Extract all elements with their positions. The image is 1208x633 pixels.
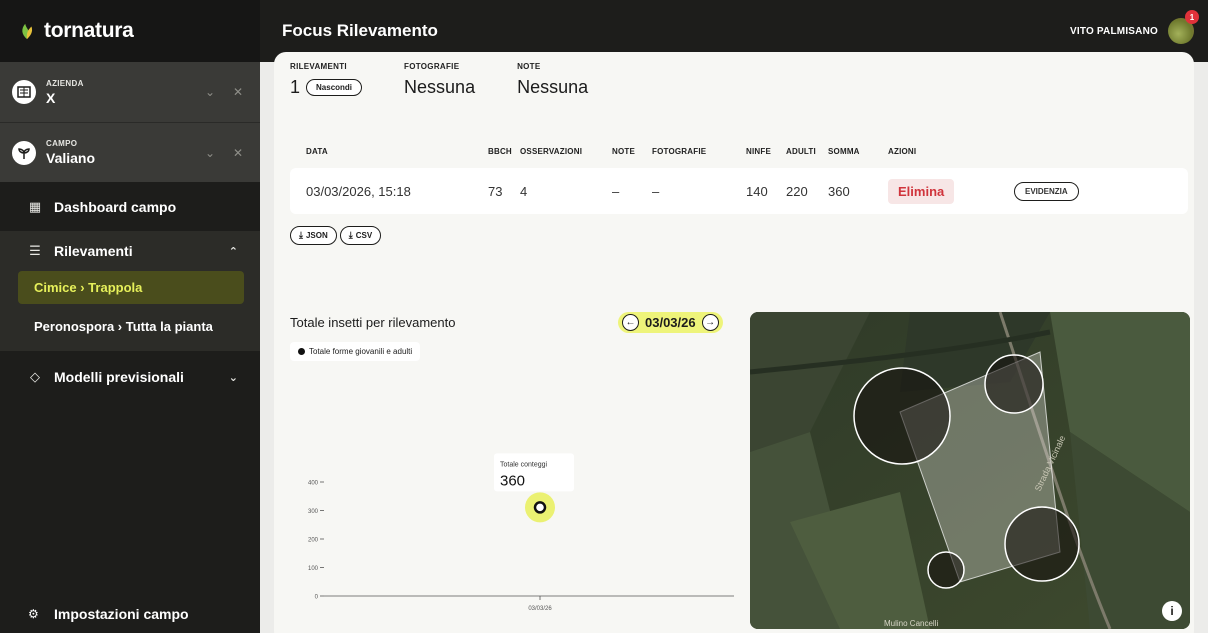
- avatar[interactable]: 1: [1168, 10, 1199, 44]
- diamond-icon: ◇: [30, 369, 40, 384]
- satellite-map: Strada Vicinale Mulino Cancelli: [750, 312, 1190, 629]
- export-csv-button[interactable]: ⤓ CSV: [339, 226, 382, 245]
- azienda-value: X: [46, 89, 56, 106]
- col-header-somma: SOMMA: [828, 146, 860, 156]
- col-header-ninfe: NINFE: [746, 146, 771, 156]
- list-icon: ☰: [29, 243, 41, 258]
- stat-label: FOTOGRAFIE: [404, 62, 460, 71]
- hide-button[interactable]: Nascondi: [306, 79, 363, 96]
- campo-sprout-icon: [12, 140, 36, 165]
- stat-value: Nessuna: [404, 77, 476, 97]
- export-csv-label: CSV: [355, 231, 373, 240]
- stat-label: NOTE: [517, 62, 541, 71]
- stat-rilevamenti: RILEVAMENTI 1 Nascondi: [290, 62, 363, 98]
- tooltip-label: Totale conteggi: [500, 461, 548, 468]
- grid-icon: ▦: [28, 199, 42, 214]
- col-header-azioni: AZIONI: [888, 146, 917, 156]
- cell-ninfe: 140: [746, 183, 768, 199]
- stat-fotografie: FOTOGRAFIE Nessuna: [404, 62, 475, 98]
- chevron-down-icon: ⌄: [228, 371, 238, 384]
- cell-note: –: [612, 183, 620, 199]
- y-tick-label: 200: [308, 538, 319, 544]
- rilevamenti-group: ☰ Rilevamenti ⌃ Cimice › Trappola Perono…: [0, 231, 260, 351]
- stat-value: 1: [290, 77, 301, 97]
- azienda-selector[interactable]: AZIENDA X ⌄ ✕: [0, 62, 260, 122]
- tooltip-value: 360: [500, 472, 525, 489]
- campo-clear-close-icon[interactable]: ✕: [228, 143, 248, 163]
- rilevamenti-table: DATA BBCH OSSERVAZIONI NOTE FOTOGRAFIE N…: [290, 138, 1188, 214]
- cell-osservazioni: 4: [520, 183, 528, 199]
- sidebar-item-impostazioni[interactable]: ⚙ Impostazioni campo: [0, 594, 260, 633]
- x-tick-label: 03/03/26: [528, 606, 552, 612]
- field-map[interactable]: Strada Vicinale Mulino Cancelli i: [750, 312, 1190, 629]
- page-title: Focus Rilevamento: [282, 21, 438, 40]
- col-header-fotografie: FOTOGRAFIE: [652, 146, 707, 156]
- gear-icon: ⚙: [28, 606, 39, 621]
- export-buttons: ⤓ JSON ⤓ CSV: [290, 226, 384, 245]
- cell-data: 03/03/2026, 15:18: [306, 183, 411, 199]
- azienda-avatar-icon: [12, 80, 36, 104]
- leaf-logo-icon: [22, 23, 33, 40]
- campo-expand-chevron-icon[interactable]: ⌄: [200, 143, 220, 163]
- table-header: DATA BBCH OSSERVAZIONI NOTE FOTOGRAFIE N…: [290, 138, 1188, 164]
- chevron-up-icon: ⌃: [228, 245, 238, 258]
- cell-adulti: 220: [786, 183, 808, 199]
- table-row[interactable]: 03/03/2026, 15:18 73 4 – – 140 220 360 E…: [290, 168, 1188, 214]
- logo-text: tornatura: [44, 19, 134, 42]
- col-header-bbch: BBCH: [488, 146, 512, 156]
- y-tick-label: 300: [308, 509, 319, 515]
- sidebar-item-label: Modelli previsionali: [54, 369, 184, 385]
- download-icon: ⤓: [299, 230, 303, 240]
- sidebar-subitem-cimice-trappola[interactable]: Cimice › Trappola: [18, 271, 244, 304]
- stat-note: NOTE Nessuna: [517, 62, 588, 98]
- scatter-chart: 0 100 200 300 400 03/03/26 Totale conteggi 360: [308, 453, 734, 612]
- export-json-button[interactable]: ⤓ JSON: [290, 226, 337, 245]
- highlight-button[interactable]: EVIDENZIA: [1014, 181, 1079, 201]
- azienda-expand-chevron-icon[interactable]: ⌄: [200, 82, 220, 102]
- sidebar-subitem-peronospora[interactable]: Peronospora › Tutta la pianta: [18, 310, 244, 343]
- cell-bbch: 73: [488, 183, 503, 199]
- main-content: RILEVAMENTI 1 Nascondi FOTOGRAFIE Nessun…: [260, 52, 1208, 633]
- user-name[interactable]: VITO PALMISANO: [1070, 26, 1158, 37]
- cell-fotografie: –: [652, 183, 660, 199]
- campo-value: Valiano: [46, 150, 96, 166]
- delete-button[interactable]: Elimina: [888, 178, 955, 204]
- map-place-label: Mulino Cancelli: [884, 619, 938, 628]
- campo-label: CAMPO: [46, 139, 78, 148]
- logo[interactable]: tornatura: [0, 0, 260, 62]
- stat-value: Nessuna: [517, 77, 589, 97]
- download-icon: ⤓: [348, 230, 353, 240]
- sidebar-item-rilevamenti[interactable]: ☰ Rilevamenti ⌃: [0, 231, 260, 271]
- sidebar-nav: ▦ Dashboard campo ☰ Rilevamenti ⌃ Cimice…: [0, 185, 260, 399]
- export-json-label: JSON: [305, 231, 328, 240]
- y-tick-label: 100: [308, 566, 319, 572]
- rilevamenti-card: RILEVAMENTI 1 Nascondi FOTOGRAFIE Nessun…: [274, 52, 1194, 337]
- sidebar: tornatura AZIENDA X ⌄ ✕ CAMPO Valiano ⌄ …: [0, 0, 260, 633]
- summary-stats: RILEVAMENTI 1 Nascondi FOTOGRAFIE Nessun…: [290, 62, 630, 98]
- data-point: [533, 501, 547, 514]
- sidebar-item-dashboard[interactable]: ▦ Dashboard campo: [0, 185, 260, 229]
- info-icon[interactable]: i: [1162, 601, 1182, 621]
- col-header-adulti: ADULTI: [786, 146, 816, 156]
- azienda-label: AZIENDA: [46, 78, 84, 88]
- sidebar-item-label: Impostazioni campo: [54, 605, 189, 622]
- sidebar-item-label: Rilevamenti: [54, 243, 133, 259]
- azienda-clear-close-icon[interactable]: ✕: [228, 82, 248, 102]
- campo-selector[interactable]: CAMPO Valiano ⌄ ✕: [0, 122, 260, 182]
- y-tick-label: 0: [315, 595, 319, 601]
- y-tick-label: 400: [308, 481, 319, 487]
- cell-somma: 360: [828, 183, 850, 199]
- sidebar-item-modelli[interactable]: ◇ Modelli previsionali ⌄: [0, 355, 260, 399]
- stat-label: RILEVAMENTI: [290, 62, 347, 71]
- col-header-osservazioni: OSSERVAZIONI: [520, 146, 583, 156]
- col-header-data: DATA: [306, 146, 328, 156]
- chart-card: Totale insetti per rilevamento Totale fo…: [274, 298, 1194, 633]
- col-header-note: NOTE: [612, 146, 636, 156]
- notification-badge: 1: [1185, 10, 1199, 24]
- sidebar-item-label: Dashboard campo: [54, 199, 177, 215]
